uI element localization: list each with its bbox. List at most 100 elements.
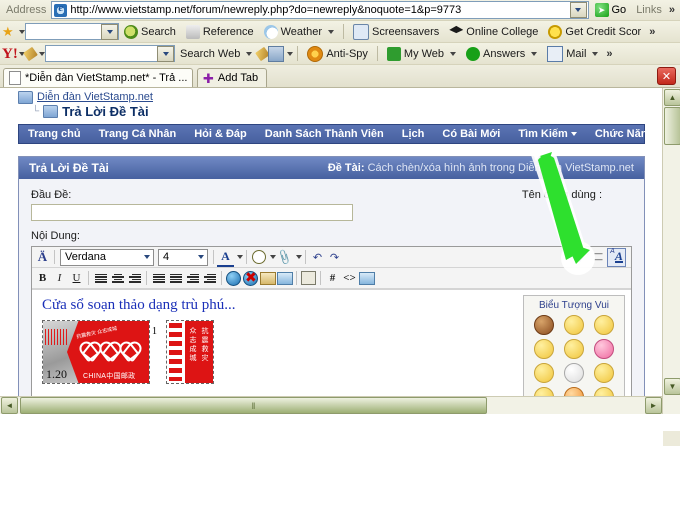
nav-item-hoi-dap[interactable]: Hỏi & Đáp: [185, 128, 256, 140]
answers-caret-icon[interactable]: [531, 51, 538, 56]
yahoo-panel-icon[interactable]: [268, 45, 285, 62]
yahoo-logo-icon[interactable]: Y!: [2, 46, 18, 61]
align-right-button[interactable]: [126, 270, 143, 287]
add-tab-button[interactable]: ✚ Add Tab: [197, 68, 268, 87]
my-web-caret-icon[interactable]: [450, 51, 457, 56]
nav-item-co-bai-moi[interactable]: Có Bài Mới: [433, 128, 509, 140]
vertical-scrollbar[interactable]: ▲ ▼: [662, 88, 680, 414]
msn-search-input[interactable]: [25, 23, 119, 40]
yahoo-search-input[interactable]: [45, 45, 175, 62]
font-color-icon[interactable]: A: [217, 248, 234, 267]
editor-content[interactable]: Cửa sổ soạn thảo dạng trù phú... 抗震救灾 众志…: [32, 290, 523, 410]
msn-credit-score-button[interactable]: Get Credit Scor: [543, 24, 646, 39]
smilie-item[interactable]: [594, 339, 614, 359]
msn-toolbar-overflow-icon[interactable]: »: [646, 26, 658, 38]
msn-reference-button[interactable]: Reference: [181, 24, 259, 39]
nav-item-trang-ca-nhan[interactable]: Trang Cá Nhân: [90, 128, 186, 140]
tab-active[interactable]: *Diễn đàn VietStamp.net* - Trả ...: [3, 68, 193, 87]
smilie-item[interactable]: [594, 363, 614, 383]
scroll-up-button[interactable]: ▲: [664, 89, 680, 106]
quote-button[interactable]: [300, 270, 317, 287]
nav-item-lich[interactable]: Lịch: [393, 128, 434, 140]
highlighter-pen-icon[interactable]: [23, 46, 38, 61]
panel-caret-icon[interactable]: [287, 51, 294, 56]
breadcrumb-parent-row[interactable]: Diễn đàn VietStamp.net: [18, 90, 663, 104]
attach-image-button[interactable]: [358, 270, 375, 287]
smilie-item[interactable]: [564, 315, 584, 335]
font-size-select[interactable]: 4: [158, 248, 208, 266]
toggle-ime-icon[interactable]: Ä: [34, 249, 51, 266]
yahoo-mail-button[interactable]: Mail: [542, 45, 603, 62]
address-overflow-icon[interactable]: »: [666, 4, 678, 16]
vertical-scroll-thumb[interactable]: [664, 107, 680, 145]
yahoo-search-web-button[interactable]: Search Web: [175, 48, 257, 60]
nav-item-tim-kiem[interactable]: Tìm Kiếm: [509, 128, 586, 140]
ordered-list-button[interactable]: [150, 270, 167, 287]
smilie-item[interactable]: [594, 315, 614, 335]
breadcrumb-parent-link[interactable]: Diễn đàn VietStamp.net: [37, 91, 153, 103]
scroll-down-button[interactable]: ▼: [664, 378, 680, 395]
font-family-select[interactable]: Verdana: [60, 248, 154, 266]
msn-screensavers-button[interactable]: Screensavers: [348, 23, 444, 40]
italic-button[interactable]: I: [51, 270, 68, 287]
smilie-icon[interactable]: [250, 249, 267, 266]
smilie-item[interactable]: [564, 339, 584, 359]
yahoo-anti-spy-button[interactable]: Anti-Spy: [302, 45, 373, 62]
editor-canvas[interactable]: Cửa sổ soạn thảo dạng trù phú... 抗震救灾 众志…: [32, 289, 631, 414]
align-left-button[interactable]: [92, 270, 109, 287]
redo-icon[interactable]: ↷: [326, 249, 343, 266]
indent-button[interactable]: [201, 270, 218, 287]
smilie-item[interactable]: [564, 363, 584, 383]
unordered-list-button[interactable]: [167, 270, 184, 287]
nav-item-danh-sach-thanh-vien[interactable]: Danh Sách Thành Viên: [256, 128, 393, 140]
horizontal-scrollbar[interactable]: ◄ ‖ ►: [0, 396, 663, 414]
insert-email-button[interactable]: [259, 270, 276, 287]
yahoo-my-web-button[interactable]: My Web: [382, 46, 461, 61]
insert-image-button[interactable]: [276, 270, 293, 287]
go-button[interactable]: ➤ Go: [589, 3, 633, 17]
favorites-star-icon[interactable]: ★: [2, 25, 16, 39]
attachment-caret-icon[interactable]: [296, 255, 302, 259]
yahoo-answers-button[interactable]: Answers: [461, 46, 542, 61]
msn-search-dropdown-button[interactable]: [101, 23, 118, 40]
mail-caret-icon[interactable]: [592, 51, 599, 56]
smilie-item[interactable]: [534, 363, 554, 383]
address-dropdown-button[interactable]: [569, 2, 587, 18]
attachment-icon[interactable]: 📎: [273, 246, 296, 269]
horizontal-scroll-thumb[interactable]: ‖: [20, 397, 487, 414]
stamp-image-2[interactable]: 抗震救灾 众志成城: [166, 320, 214, 384]
title-input[interactable]: [31, 204, 353, 221]
nav-item-trang-chu[interactable]: Trang chủ: [19, 128, 90, 140]
msn-search-button[interactable]: Search: [119, 24, 181, 39]
remove-link-button[interactable]: ✖: [242, 269, 259, 287]
align-center-button[interactable]: [109, 270, 126, 287]
yahoo-toolbar-overflow-icon[interactable]: »: [603, 48, 615, 60]
spellcheck-icon[interactable]: ABC ✓: [573, 249, 590, 266]
hash-button[interactable]: #: [324, 270, 341, 287]
bold-button[interactable]: B: [34, 270, 51, 287]
insert-link-button[interactable]: [225, 270, 242, 287]
font-family-caret-icon[interactable]: [140, 250, 153, 264]
search-web-caret-icon[interactable]: [246, 51, 253, 56]
close-tab-button[interactable]: ✕: [657, 67, 676, 85]
weather-caret-icon[interactable]: [328, 29, 334, 34]
links-label[interactable]: Links: [632, 4, 666, 16]
toggle-wysiwyg-icon[interactable]: A A: [607, 247, 626, 267]
address-input[interactable]: http://www.vietstamp.net/forum/newreply.…: [51, 1, 589, 19]
outdent-button[interactable]: [184, 270, 201, 287]
scroll-right-button[interactable]: ►: [645, 397, 662, 414]
scroll-left-button[interactable]: ◄: [1, 397, 18, 414]
msn-weather-button[interactable]: Weather: [259, 24, 339, 39]
code-button[interactable]: <>: [341, 270, 358, 287]
smilie-item[interactable]: [534, 339, 554, 359]
msn-online-college-button[interactable]: Online College: [444, 25, 543, 39]
font-size-caret-icon[interactable]: [194, 250, 207, 264]
line-spacing-icon[interactable]: ― ―: [590, 249, 607, 266]
font-color-caret-icon[interactable]: [237, 255, 243, 259]
nav-item-chuc-nang[interactable]: Chức Năng: [586, 128, 663, 140]
underline-button[interactable]: U: [68, 270, 85, 287]
undo-icon[interactable]: ↶: [309, 249, 326, 266]
stamp-image-1[interactable]: 抗震救灾 众志成城 1.20 CHINA中国邮政: [42, 320, 150, 384]
smilie-item[interactable]: [534, 315, 554, 335]
yahoo-search-dropdown-button[interactable]: [157, 45, 174, 62]
